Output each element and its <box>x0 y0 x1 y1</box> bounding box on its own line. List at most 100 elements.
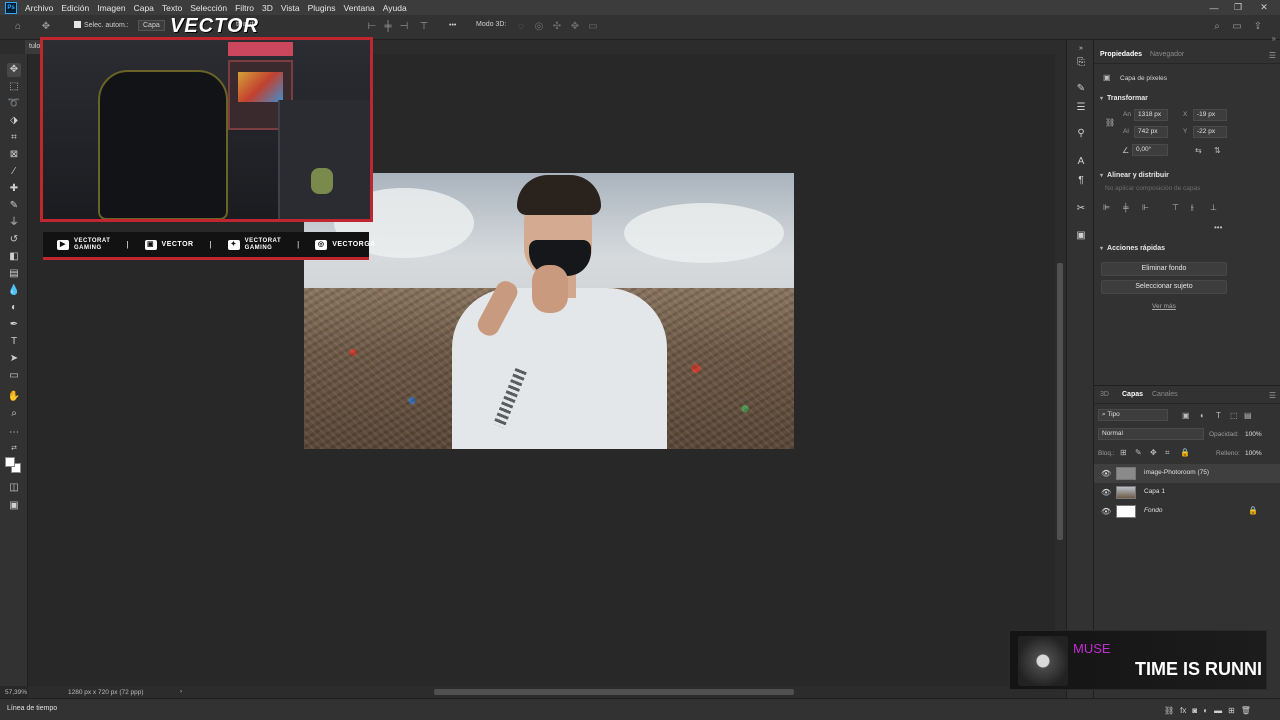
layer-filter-dropdown[interactable]: ⌕ Tipo <box>1098 409 1168 421</box>
menu-archivo[interactable]: Archivo <box>21 3 57 13</box>
menu-plugins[interactable]: Plugins <box>304 3 340 13</box>
lock-position-icon[interactable]: ✥ <box>1150 448 1157 457</box>
paragraph-panel-icon[interactable]: ¶ <box>1075 175 1087 187</box>
add-mask-icon[interactable]: ◙ <box>1192 706 1197 715</box>
history-brush-tool-icon[interactable]: ↺ <box>7 233 21 247</box>
lock-all-icon[interactable]: 🔒 <box>1180 448 1190 457</box>
minimize-button[interactable]: — <box>1203 0 1225 15</box>
fill-field[interactable]: 100% <box>1245 450 1262 457</box>
screen-mode-icon[interactable]: ▣ <box>7 499 21 513</box>
link-icon[interactable]: ⛓ <box>1105 118 1115 127</box>
lock-transparent-icon[interactable]: ⊞ <box>1120 448 1127 457</box>
hand-tool-icon[interactable]: ✋ <box>7 390 21 404</box>
collapse-icon[interactable]: » <box>1272 34 1276 43</box>
timeline-label[interactable]: Línea de tiempo <box>7 705 57 712</box>
menu-capa[interactable]: Capa <box>130 3 158 13</box>
crop-tool-icon[interactable]: ⌗ <box>7 131 21 145</box>
blend-mode-dropdown[interactable]: Normal <box>1098 428 1204 440</box>
flip-vertical-icon[interactable]: ⇅ <box>1214 146 1221 155</box>
adjustment-layer-icon[interactable]: ◐ <box>1203 706 1208 715</box>
rectangle-tool-icon[interactable]: ▭ <box>7 369 21 383</box>
clone-stamp-tool-icon[interactable]: ⏚ <box>7 216 21 230</box>
filter-type-icon[interactable]: T <box>1216 411 1221 420</box>
filter-adjustment-icon[interactable]: ◐ <box>1200 411 1205 420</box>
layer-comps-icon[interactable]: ▣ <box>1075 230 1087 242</box>
menu-vista[interactable]: Vista <box>277 3 304 13</box>
filter-pixel-icon[interactable]: ▣ <box>1182 411 1190 420</box>
eraser-tool-icon[interactable]: ◧ <box>7 250 21 264</box>
path-selection-tool-icon[interactable]: ➤ <box>7 352 21 366</box>
align-hcenter-icon[interactable]: ╪ <box>1123 203 1129 212</box>
healing-brush-tool-icon[interactable]: ✚ <box>7 182 21 196</box>
lasso-tool-icon[interactable]: ➰ <box>7 97 21 111</box>
libraries-icon[interactable]: ⚲ <box>1075 128 1087 140</box>
menu-filtro[interactable]: Filtro <box>231 3 258 13</box>
share-icon[interactable]: ⇪ <box>1252 21 1264 33</box>
tab-capas[interactable]: Capas <box>1122 391 1143 398</box>
height-field[interactable]: 742 px <box>1134 126 1168 138</box>
eyedropper-tool-icon[interactable]: ⁄ <box>7 165 21 179</box>
brush-settings-icon[interactable]: ✎ <box>1075 83 1087 95</box>
auto-select-checkbox[interactable]: Selec. autom.: <box>74 21 129 29</box>
menu-seleccion[interactable]: Selección <box>186 3 231 13</box>
zoom-tool-icon[interactable]: ⌕ <box>7 407 21 421</box>
dodge-tool-icon[interactable]: ◐ <box>7 301 21 315</box>
search-icon[interactable]: ⌕ <box>1211 21 1223 33</box>
align-top-icon[interactable]: ⊤ <box>418 21 430 33</box>
tab-propiedades[interactable]: Propiedades <box>1100 51 1142 58</box>
tools-presets-icon[interactable]: ✂ <box>1075 203 1087 215</box>
history-panel-icon[interactable]: ⎘ <box>1075 57 1087 69</box>
filter-smart-icon[interactable]: ▤ <box>1244 411 1252 420</box>
width-field[interactable]: 1318 px <box>1134 109 1168 121</box>
default-colors-icon[interactable]: ⇄ <box>7 442 21 456</box>
angle-field[interactable]: 0,00° <box>1132 144 1168 156</box>
orbit-3d-icon[interactable]: ◌ <box>515 21 527 33</box>
layer-name[interactable]: Fondo <box>1144 507 1162 514</box>
y-field[interactable]: -22 px <box>1193 126 1227 138</box>
x-field[interactable]: -19 px <box>1193 109 1227 121</box>
lock-icon[interactable]: 🔒 <box>1248 506 1258 515</box>
slide-3d-icon[interactable]: ✥ <box>569 21 581 33</box>
align-right-icon[interactable]: ⊩ <box>1142 203 1149 212</box>
menu-ventana[interactable]: Ventana <box>340 3 379 13</box>
transform-section[interactable]: ▾ Transformar <box>1100 95 1148 102</box>
type-tool-icon[interactable]: T <box>7 335 21 349</box>
quick-mask-icon[interactable]: ◫ <box>7 481 21 495</box>
drag-3d-icon[interactable]: ✣ <box>551 21 563 33</box>
camera-3d-icon[interactable]: ▭ <box>587 21 599 33</box>
move-tool-icon[interactable]: ✥ <box>40 21 52 33</box>
layer-name[interactable]: image-Photoroom (75) <box>1144 469 1209 476</box>
tab-navegador[interactable]: Navegador <box>1150 51 1184 58</box>
remove-background-button[interactable]: Eliminar fondo <box>1101 262 1227 276</box>
document-canvas[interactable] <box>304 173 794 449</box>
foreground-color-swatch[interactable] <box>5 457 15 467</box>
opacity-field[interactable]: 100% <box>1245 431 1262 438</box>
align-section[interactable]: ▾ Alinear y distribuir <box>1100 172 1169 179</box>
brush-tool-icon[interactable]: ✎ <box>7 199 21 213</box>
blur-tool-icon[interactable]: 💧 <box>7 284 21 298</box>
workspace-icon[interactable]: ▭ <box>1231 21 1243 33</box>
align-right-icon[interactable]: ⊣ <box>398 21 410 33</box>
tab-3d[interactable]: 3D <box>1100 391 1109 398</box>
filter-shape-icon[interactable]: ⬚ <box>1230 411 1238 420</box>
collapse-panels-icon[interactable]: » <box>1075 43 1087 55</box>
delete-layer-icon[interactable]: 🗑 <box>1241 706 1251 715</box>
menu-3d[interactable]: 3D <box>258 3 277 13</box>
menu-texto[interactable]: Texto <box>158 3 186 13</box>
flip-horizontal-icon[interactable]: ⇆ <box>1195 146 1202 155</box>
align-top-icon[interactable]: ⊤ <box>1172 203 1179 212</box>
edit-toolbar-icon[interactable]: ⋯ <box>7 426 21 440</box>
layer-name[interactable]: Capa 1 <box>1144 488 1165 495</box>
layer-row[interactable]: 👁 image-Photoroom (75) <box>1094 464 1280 483</box>
layer-row[interactable]: 👁 Capa 1 <box>1094 483 1280 502</box>
panel-menu-icon[interactable]: ☰ <box>1269 51 1276 60</box>
lock-artboard-icon[interactable]: ⌗ <box>1165 448 1170 458</box>
new-layer-icon[interactable]: ⊞ <box>1228 706 1235 715</box>
visibility-eye-icon[interactable]: 👁 <box>1101 469 1111 478</box>
horizontal-scroll-thumb[interactable] <box>434 689 794 695</box>
restore-button[interactable]: ❐ <box>1227 0 1249 15</box>
vertical-scroll-thumb[interactable] <box>1057 263 1063 540</box>
tab-canales[interactable]: Canales <box>1152 391 1178 398</box>
character-panel-icon[interactable]: A <box>1075 156 1087 168</box>
select-subject-button[interactable]: Seleccionar sujeto <box>1101 280 1227 294</box>
